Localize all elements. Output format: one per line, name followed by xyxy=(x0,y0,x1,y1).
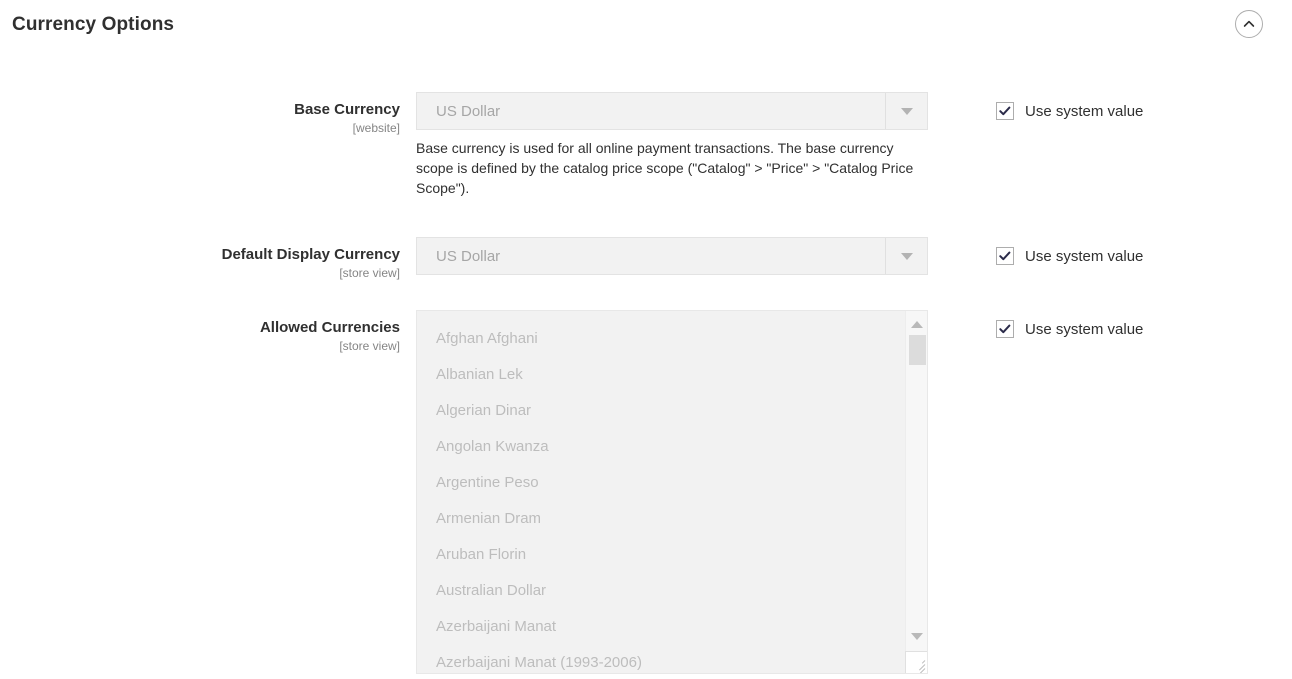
list-item[interactable]: Albanian Lek xyxy=(417,357,905,393)
field-control-allowed-currencies: Afghan Afghani Albanian Lek Algerian Dinar… xyxy=(416,310,928,674)
list-item[interactable]: Algerian Dinar xyxy=(417,393,905,429)
field-control-base-currency: US Dollar Base currency is used for all … xyxy=(416,92,928,198)
use-system-value-checkbox-base-currency[interactable] xyxy=(996,102,1014,120)
use-system-value-default-display-currency[interactable]: Use system value xyxy=(996,247,1143,265)
list-item[interactable]: Armenian Dram xyxy=(417,501,905,537)
use-system-value-checkbox-default-display-currency[interactable] xyxy=(996,247,1014,265)
field-label-default-display-currency: Default Display Currency xyxy=(221,246,400,263)
use-system-value-label-allowed-currencies[interactable]: Use system value xyxy=(1025,322,1143,337)
allowed-currencies-listbox[interactable]: Afghan Afghani Albanian Lek Algerian Dinar… xyxy=(416,310,928,674)
check-icon xyxy=(999,106,1011,116)
check-icon xyxy=(999,324,1011,334)
currency-options-form: Base Currency [website] US Dollar Base c… xyxy=(0,48,1292,674)
use-system-value-allowed-currencies[interactable]: Use system value xyxy=(996,320,1143,338)
collapse-section-button[interactable] xyxy=(1235,10,1263,38)
base-currency-select[interactable]: US Dollar xyxy=(416,92,928,130)
triangle-up-icon xyxy=(911,320,923,328)
check-icon xyxy=(999,251,1011,261)
resize-grip-icon[interactable] xyxy=(905,651,927,673)
field-row-base-currency: Base Currency [website] US Dollar Base c… xyxy=(0,92,1292,198)
list-item[interactable]: Angolan Kwanza xyxy=(417,429,905,465)
field-scope-allowed-currencies: [store view] xyxy=(339,339,400,353)
list-item[interactable]: Azerbaijani Manat (1993-2006) xyxy=(417,645,905,673)
field-control-default-display-currency: US Dollar xyxy=(416,237,928,275)
list-item[interactable]: Argentine Peso xyxy=(417,465,905,501)
scroll-up-button[interactable] xyxy=(906,315,927,333)
allowed-currencies-scrollbar[interactable] xyxy=(905,311,927,673)
field-label-allowed-currencies: Allowed Currencies xyxy=(259,319,400,336)
triangle-down-icon xyxy=(911,632,923,640)
field-row-default-display-currency: Default Display Currency [store view] US… xyxy=(0,237,1292,281)
list-item[interactable]: Australian Dollar xyxy=(417,573,905,609)
field-row-allowed-currencies: Allowed Currencies [store view] Afghan A… xyxy=(0,310,1292,674)
scrollbar-thumb[interactable] xyxy=(909,335,926,365)
page-title: Currency Options xyxy=(12,13,175,35)
default-display-currency-value: US Dollar xyxy=(436,248,501,264)
use-system-value-label-default-display-currency[interactable]: Use system value xyxy=(1025,249,1143,264)
chevron-up-circle-icon xyxy=(1241,16,1257,32)
list-item[interactable]: Afghan Afghani xyxy=(417,321,905,357)
chevron-down-icon xyxy=(900,107,913,115)
chevron-down-icon xyxy=(900,252,913,260)
field-label-group-allowed-currencies: Allowed Currencies [store view] xyxy=(0,310,416,354)
field-scope-base-currency: [website] xyxy=(352,121,400,135)
list-item[interactable]: Aruban Florin xyxy=(417,537,905,573)
base-currency-value: US Dollar xyxy=(436,103,501,119)
use-system-value-checkbox-allowed-currencies[interactable] xyxy=(996,320,1014,338)
list-item[interactable]: Azerbaijani Manat xyxy=(417,609,905,645)
field-label-group-base-currency: Base Currency [website] xyxy=(0,92,416,136)
base-currency-dropdown-arrow[interactable] xyxy=(885,93,927,129)
default-display-currency-select[interactable]: US Dollar xyxy=(416,237,928,275)
default-display-currency-dropdown-arrow[interactable] xyxy=(885,238,927,274)
scroll-down-button[interactable] xyxy=(906,627,927,645)
currency-options-section: Currency Options Base Currency [website]… xyxy=(0,0,1292,679)
allowed-currencies-option-list[interactable]: Afghan Afghani Albanian Lek Algerian Dinar… xyxy=(417,311,905,673)
field-label-base-currency: Base Currency xyxy=(294,101,400,118)
field-scope-default-display-currency: [store view] xyxy=(339,266,400,280)
use-system-value-base-currency[interactable]: Use system value xyxy=(996,102,1143,120)
base-currency-note: Base currency is used for all online pay… xyxy=(416,140,914,196)
use-system-value-label-base-currency[interactable]: Use system value xyxy=(1025,104,1143,119)
section-header: Currency Options xyxy=(0,0,1292,48)
field-label-group-default-display-currency: Default Display Currency [store view] xyxy=(0,237,416,281)
